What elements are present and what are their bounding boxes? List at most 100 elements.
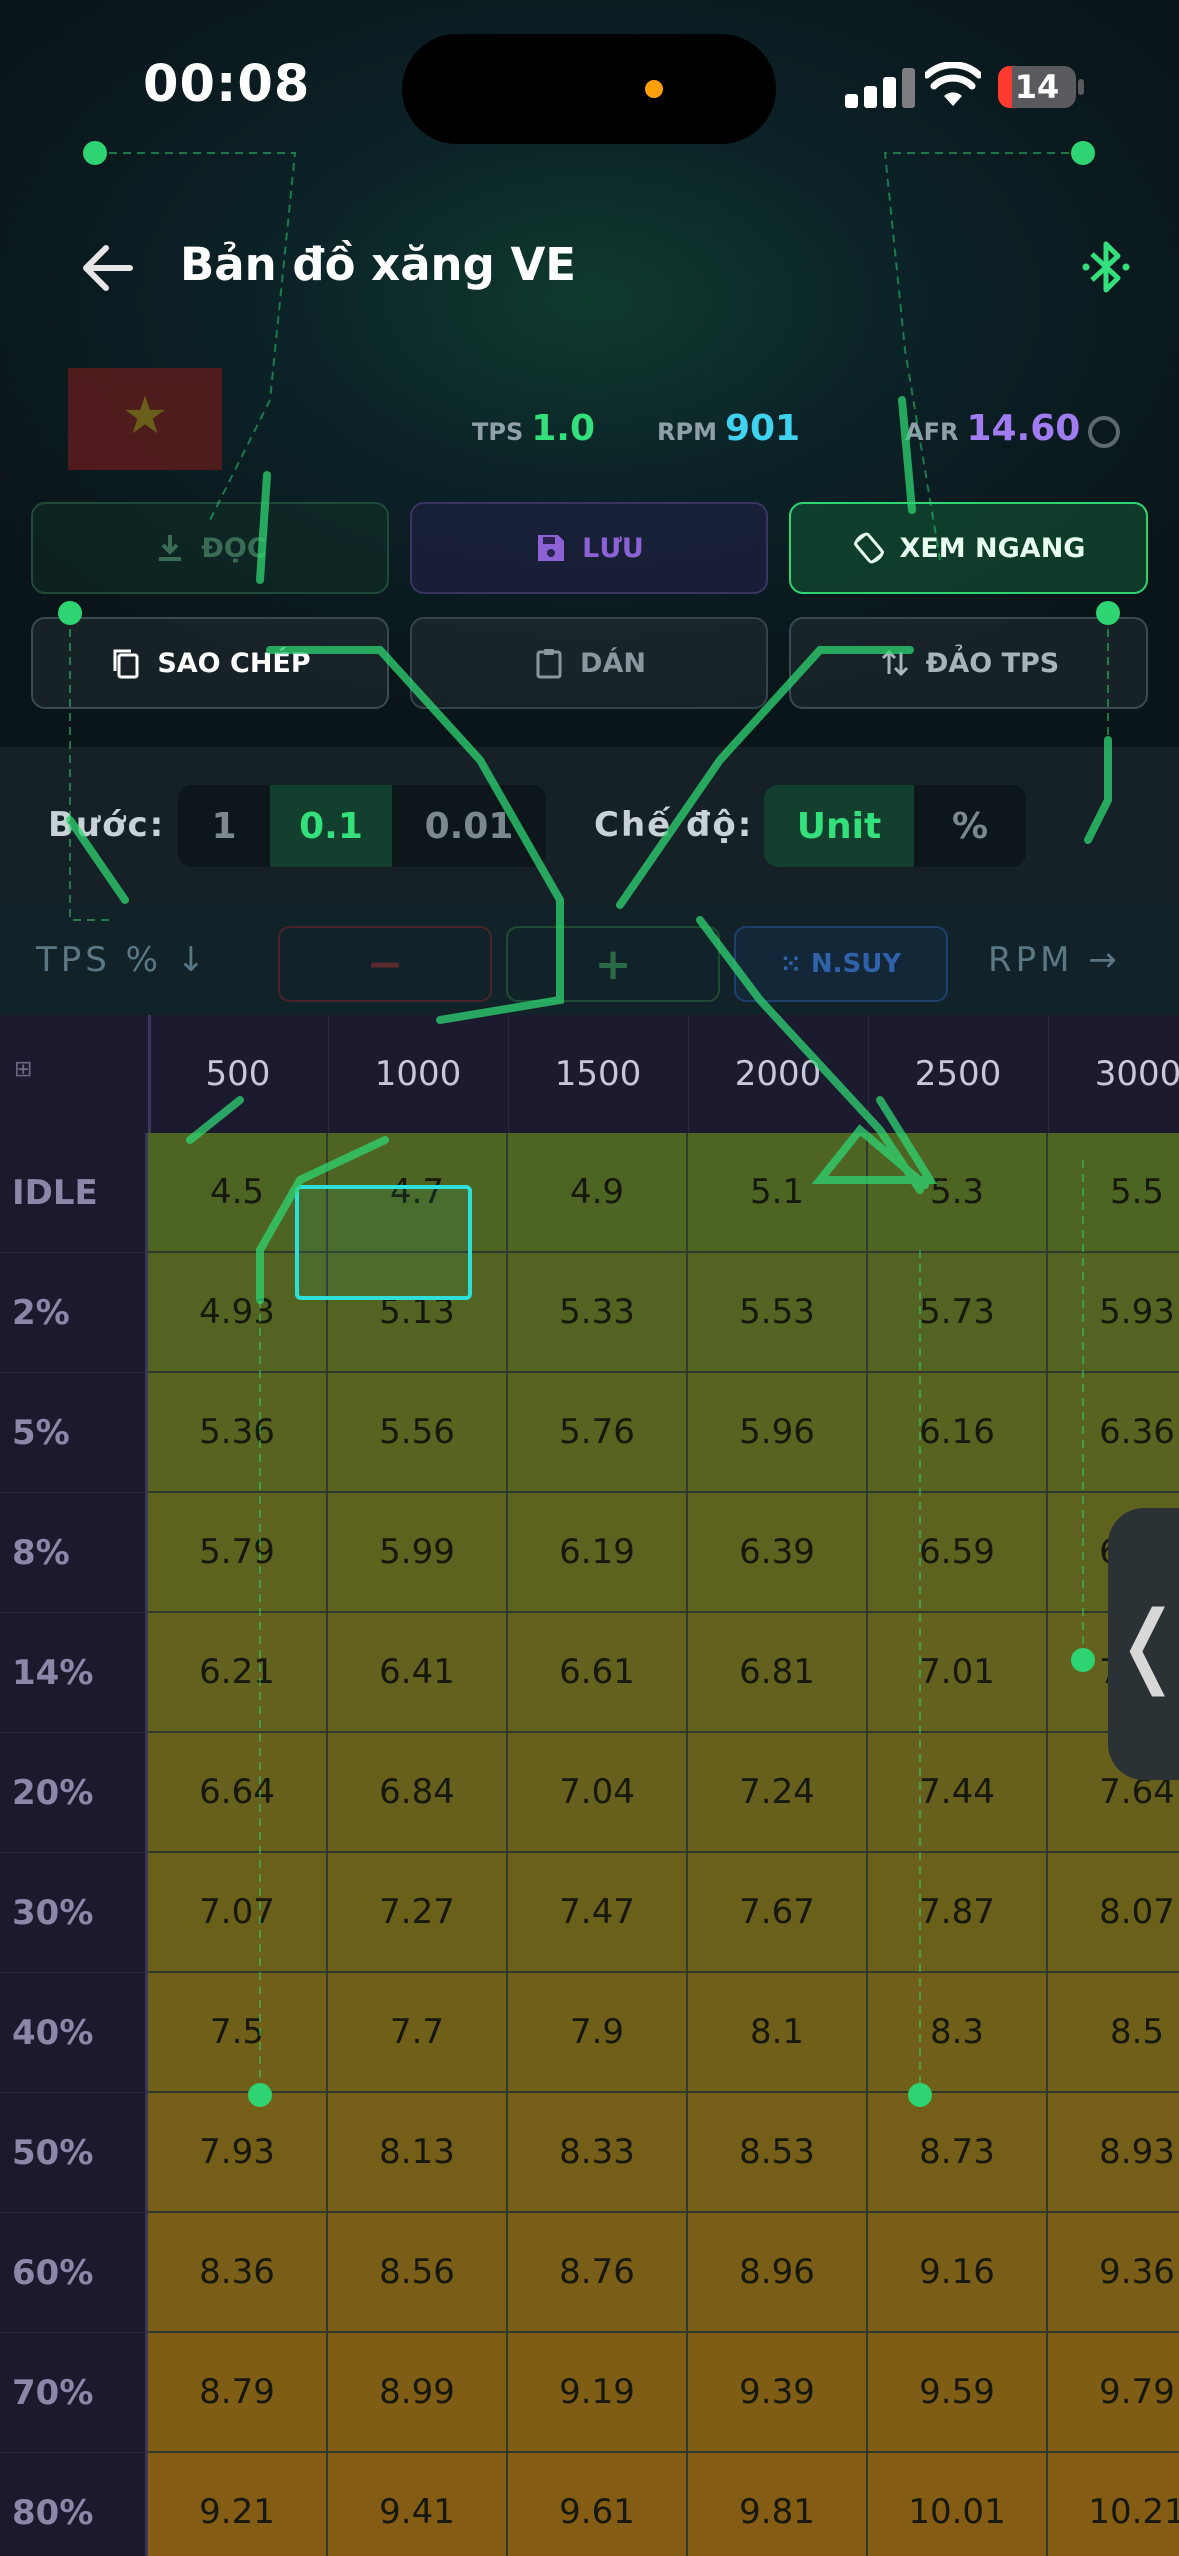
table-cell[interactable]: 7.9	[508, 1973, 688, 2093]
rpm-header-2500[interactable]: 2500	[868, 1015, 1049, 1133]
rpm-header-3000[interactable]: 3000	[1048, 1015, 1179, 1133]
tps-row-header[interactable]: 30%	[0, 1853, 148, 1973]
table-cell[interactable]: 6.41	[328, 1613, 508, 1733]
table-cell[interactable]: 5.53	[688, 1253, 868, 1373]
table-cell[interactable]: 9.59	[868, 2333, 1048, 2453]
table-cell[interactable]: 5.96	[688, 1373, 868, 1493]
table-cell[interactable]: 8.73	[868, 2093, 1048, 2213]
table-cell[interactable]: 6.19	[508, 1493, 688, 1613]
tps-row-header[interactable]: 8%	[0, 1493, 148, 1613]
table-cell[interactable]: 6.61	[508, 1613, 688, 1733]
tps-row-header[interactable]: 40%	[0, 1973, 148, 2093]
save-button[interactable]: LƯU	[410, 502, 768, 594]
table-cell[interactable]: 7.47	[508, 1853, 688, 1973]
table-cell[interactable]: 6.16	[868, 1373, 1048, 1493]
table-cell[interactable]: 8.53	[688, 2093, 868, 2213]
table-cell[interactable]: 8.79	[148, 2333, 328, 2453]
table-cell[interactable]: 9.79	[1048, 2333, 1179, 2453]
paste-button[interactable]: DÁN	[410, 617, 768, 709]
table-cell[interactable]: 6.21	[148, 1613, 328, 1733]
table-cell[interactable]: 7.87	[868, 1853, 1048, 1973]
tps-row-header[interactable]: IDLE	[0, 1133, 148, 1253]
table-cell[interactable]: 5.99	[328, 1493, 508, 1613]
bluetooth-icon[interactable]	[1080, 236, 1132, 298]
table-cell[interactable]: 9.41	[328, 2453, 508, 2556]
table-cell[interactable]: 8.07	[1048, 1853, 1179, 1973]
table-cell[interactable]: 6.84	[328, 1733, 508, 1853]
table-cell[interactable]: 7.67	[688, 1853, 868, 1973]
table-cell[interactable]: 5.93	[1048, 1253, 1179, 1373]
copy-button[interactable]: SAO CHÉP	[31, 617, 389, 709]
table-cell[interactable]: 10.01	[868, 2453, 1048, 2556]
table-cell[interactable]: 6.36	[1048, 1373, 1179, 1493]
table-cell[interactable]: 5.73	[868, 1253, 1048, 1373]
tps-row-header[interactable]: 5%	[0, 1373, 148, 1493]
back-arrow-icon[interactable]	[78, 238, 138, 298]
step-option-0.1[interactable]: 0.1	[270, 785, 392, 867]
landscape-view-button[interactable]: XEM NGANG	[789, 502, 1148, 594]
decrement-button[interactable]: −	[278, 926, 492, 1002]
table-cell[interactable]: 8.99	[328, 2333, 508, 2453]
rpm-header-1500[interactable]: 1500	[508, 1015, 689, 1133]
table-cell[interactable]: 7.04	[508, 1733, 688, 1853]
table-cell[interactable]: 8.1	[688, 1973, 868, 2093]
rpm-header-2000[interactable]: 2000	[688, 1015, 869, 1133]
table-cell[interactable]: 9.36	[1048, 2213, 1179, 2333]
table-cell[interactable]: 5.76	[508, 1373, 688, 1493]
table-cell[interactable]: 8.3	[868, 1973, 1048, 2093]
invert-tps-button[interactable]: ĐẢO TPS	[789, 617, 1148, 709]
table-cell[interactable]: 6.64	[148, 1733, 328, 1853]
table-cell[interactable]: 9.21	[148, 2453, 328, 2556]
table-cell[interactable]: 7.44	[868, 1733, 1048, 1853]
table-cell[interactable]: 8.96	[688, 2213, 868, 2333]
table-corner[interactable]: ⊞	[0, 1015, 151, 1133]
table-cell[interactable]: 9.81	[688, 2453, 868, 2556]
table-cell[interactable]: 8.93	[1048, 2093, 1179, 2213]
table-cell[interactable]: 7.01	[868, 1613, 1048, 1733]
interpolate-button[interactable]: ⁙ N.SUY	[734, 926, 948, 1002]
table-cell[interactable]: 7.7	[328, 1973, 508, 2093]
table-cell[interactable]: 9.39	[688, 2333, 868, 2453]
table-cell[interactable]: 6.59	[868, 1493, 1048, 1613]
table-cell[interactable]: 4.9	[508, 1133, 688, 1253]
table-cell[interactable]: 9.19	[508, 2333, 688, 2453]
table-cell[interactable]: 8.13	[328, 2093, 508, 2213]
rpm-header-1000[interactable]: 1000	[328, 1015, 509, 1133]
table-cell[interactable]: 5.1	[688, 1133, 868, 1253]
table-cell[interactable]: 5.56	[328, 1373, 508, 1493]
table-cell[interactable]: 9.16	[868, 2213, 1048, 2333]
table-cell[interactable]: 5.79	[148, 1493, 328, 1613]
table-cell[interactable]: 6.39	[688, 1493, 868, 1613]
step-option-1[interactable]: 1	[178, 785, 270, 867]
table-cell[interactable]: 7.27	[328, 1853, 508, 1973]
table-cell[interactable]: 7.5	[148, 1973, 328, 2093]
table-cell[interactable]: 7.07	[148, 1853, 328, 1973]
mode-option-unit[interactable]: Unit	[764, 785, 914, 867]
table-cell[interactable]: 8.33	[508, 2093, 688, 2213]
tps-row-header[interactable]: 50%	[0, 2093, 148, 2213]
mode-option-percent[interactable]: %	[914, 785, 1026, 867]
table-cell[interactable]: 5.5	[1048, 1133, 1179, 1253]
table-cell[interactable]: 7.24	[688, 1733, 868, 1853]
step-option-0.01[interactable]: 0.01	[392, 785, 546, 867]
rpm-header-500[interactable]: 500	[148, 1015, 329, 1133]
tps-row-header[interactable]: 2%	[0, 1253, 148, 1373]
tps-row-header[interactable]: 70%	[0, 2333, 148, 2453]
read-button[interactable]: ĐỌC	[31, 502, 389, 594]
table-cell[interactable]: 8.56	[328, 2213, 508, 2333]
table-cell[interactable]: 6.81	[688, 1613, 868, 1733]
table-cell[interactable]: 8.5	[1048, 1973, 1179, 2093]
table-cell[interactable]: 5.3	[868, 1133, 1048, 1253]
table-cell[interactable]: 5.36	[148, 1373, 328, 1493]
table-cell[interactable]: 7.93	[148, 2093, 328, 2213]
tps-row-header[interactable]: 20%	[0, 1733, 148, 1853]
table-cell[interactable]: 8.76	[508, 2213, 688, 2333]
table-cell[interactable]: 10.21	[1048, 2453, 1179, 2556]
table-cell[interactable]: 8.36	[148, 2213, 328, 2333]
table-cell[interactable]: 9.61	[508, 2453, 688, 2556]
tps-row-header[interactable]: 80%	[0, 2453, 148, 2556]
increment-button[interactable]: +	[506, 926, 720, 1002]
side-panel-handle[interactable]: ❬	[1108, 1508, 1179, 1780]
table-cell[interactable]: 5.33	[508, 1253, 688, 1373]
tps-row-header[interactable]: 14%	[0, 1613, 148, 1733]
